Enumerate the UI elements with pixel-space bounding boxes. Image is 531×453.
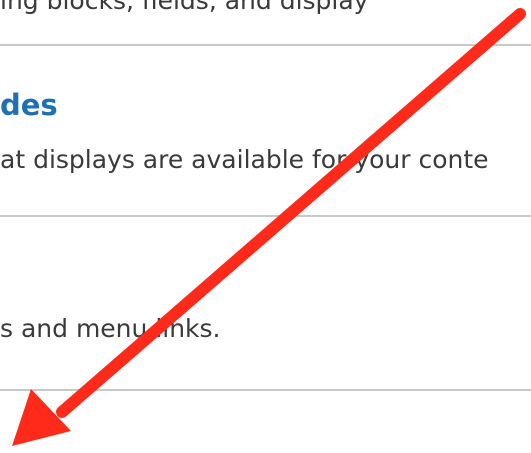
- red-arrow-icon: [12, 8, 526, 446]
- divider-1: [0, 44, 531, 46]
- divider-3: [0, 389, 531, 391]
- item-2-title-link[interactable]: des: [0, 88, 58, 122]
- item-3-description: s and menu links.: [0, 314, 221, 343]
- divider-2: [0, 215, 531, 217]
- admin-help-list-crop: ing blocks, fields, and display des at d…: [0, 0, 531, 453]
- item-1-description: ing blocks, fields, and display: [0, 0, 369, 15]
- item-2-description: at displays are available for your conte: [0, 145, 489, 174]
- arrow-shaft: [56, 8, 526, 418]
- arrow-head: [12, 389, 71, 446]
